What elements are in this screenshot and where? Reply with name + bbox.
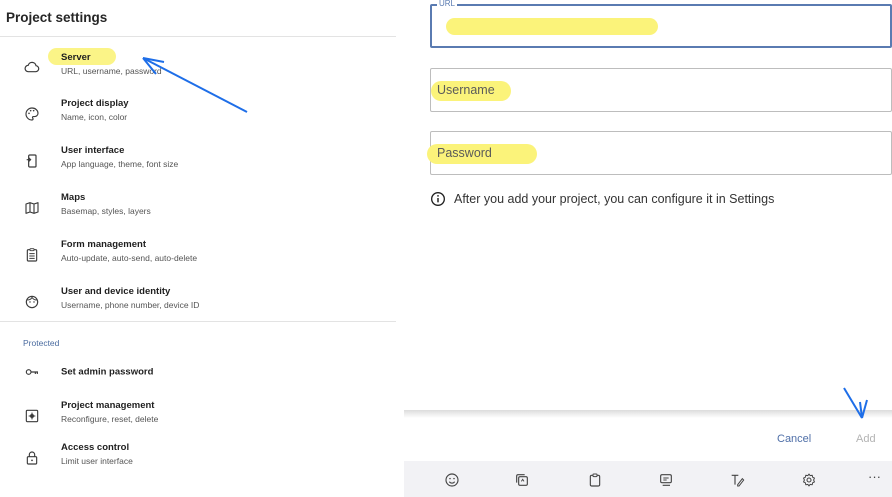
settings-item-set-admin-password[interactable]: Set admin password <box>0 352 396 392</box>
info-icon <box>431 192 445 206</box>
settings-item-project-management[interactable]: Project management Reconfigure, reset, d… <box>0 396 396 436</box>
password-placeholder: Password <box>437 146 492 160</box>
settings-item-project-display[interactable]: Project display Name, icon, color <box>0 94 396 134</box>
phone-interface-icon <box>26 154 37 168</box>
more-icon[interactable]: ··· <box>868 469 884 485</box>
item-subtitle: Auto-update, auto-send, auto-delete <box>61 253 198 263</box>
item-subtitle: App language, theme, font size <box>61 159 179 169</box>
url-highlight <box>446 18 658 35</box>
item-title: Set admin password <box>61 366 154 378</box>
key-icon <box>25 369 38 375</box>
item-title: Access control <box>61 442 130 453</box>
item-title: Server <box>61 52 91 63</box>
add-project-form: URL Username Password After you add your… <box>404 0 892 497</box>
protected-section-label: Protected <box>23 338 60 348</box>
clipboard-list-icon <box>26 248 38 262</box>
username-field[interactable]: Username <box>430 68 892 112</box>
clipboard-icon[interactable] <box>587 472 603 488</box>
header-divider <box>0 36 396 37</box>
item-title: Form management <box>61 239 146 250</box>
url-field[interactable]: URL <box>430 0 892 48</box>
info-message: After you add your project, you can conf… <box>430 191 774 207</box>
settings-item-form-management[interactable]: Form management Auto-update, auto-send, … <box>0 235 396 275</box>
map-icon <box>25 202 39 214</box>
username-placeholder: Username <box>437 83 495 97</box>
item-title: Project display <box>61 98 129 109</box>
handwriting-icon[interactable] <box>729 472 745 488</box>
settings-box-icon <box>25 409 39 423</box>
dialog-actions-divider <box>404 410 892 418</box>
section-divider <box>0 321 396 322</box>
settings-item-user-device-identity[interactable]: User and device identity Username, phone… <box>0 282 396 322</box>
add-button[interactable]: Add <box>856 433 876 445</box>
url-label: URL <box>437 0 458 8</box>
item-title: Project management <box>61 400 155 411</box>
project-settings-panel: Project settings Server URL, username, p… <box>0 0 396 497</box>
item-subtitle: Basemap, styles, layers <box>61 206 151 216</box>
page-title: Project settings <box>6 10 108 25</box>
settings-item-user-interface[interactable]: User interface App language, theme, font… <box>0 141 396 181</box>
settings-item-access-control[interactable]: Access control Limit user interface <box>0 438 396 478</box>
password-field[interactable]: Password <box>427 131 892 175</box>
item-subtitle: Username, phone number, device ID <box>61 300 200 310</box>
settings-item-server[interactable]: Server URL, username, password <box>0 47 396 87</box>
item-subtitle: Name, icon, color <box>61 112 128 122</box>
sticker-icon[interactable] <box>514 472 530 488</box>
item-title: User and device identity <box>61 286 171 297</box>
lock-icon <box>26 451 38 465</box>
settings-icon[interactable] <box>801 472 817 488</box>
settings-item-maps[interactable]: Maps Basemap, styles, layers <box>0 188 396 228</box>
face-icon <box>25 295 39 309</box>
messages-icon[interactable] <box>658 472 674 488</box>
emoji-icon[interactable] <box>444 472 460 488</box>
item-subtitle: Reconfigure, reset, delete <box>61 414 159 424</box>
item-title: User interface <box>61 145 125 156</box>
keyboard-toolbar: ··· <box>404 461 892 497</box>
item-title: Maps <box>61 192 86 203</box>
palette-icon <box>25 107 39 121</box>
cancel-button[interactable]: Cancel <box>777 433 811 445</box>
info-text: After you add your project, you can conf… <box>454 192 775 206</box>
cloud-icon <box>24 61 40 73</box>
item-subtitle: URL, username, password <box>61 66 162 76</box>
item-subtitle: Limit user interface <box>61 456 133 466</box>
